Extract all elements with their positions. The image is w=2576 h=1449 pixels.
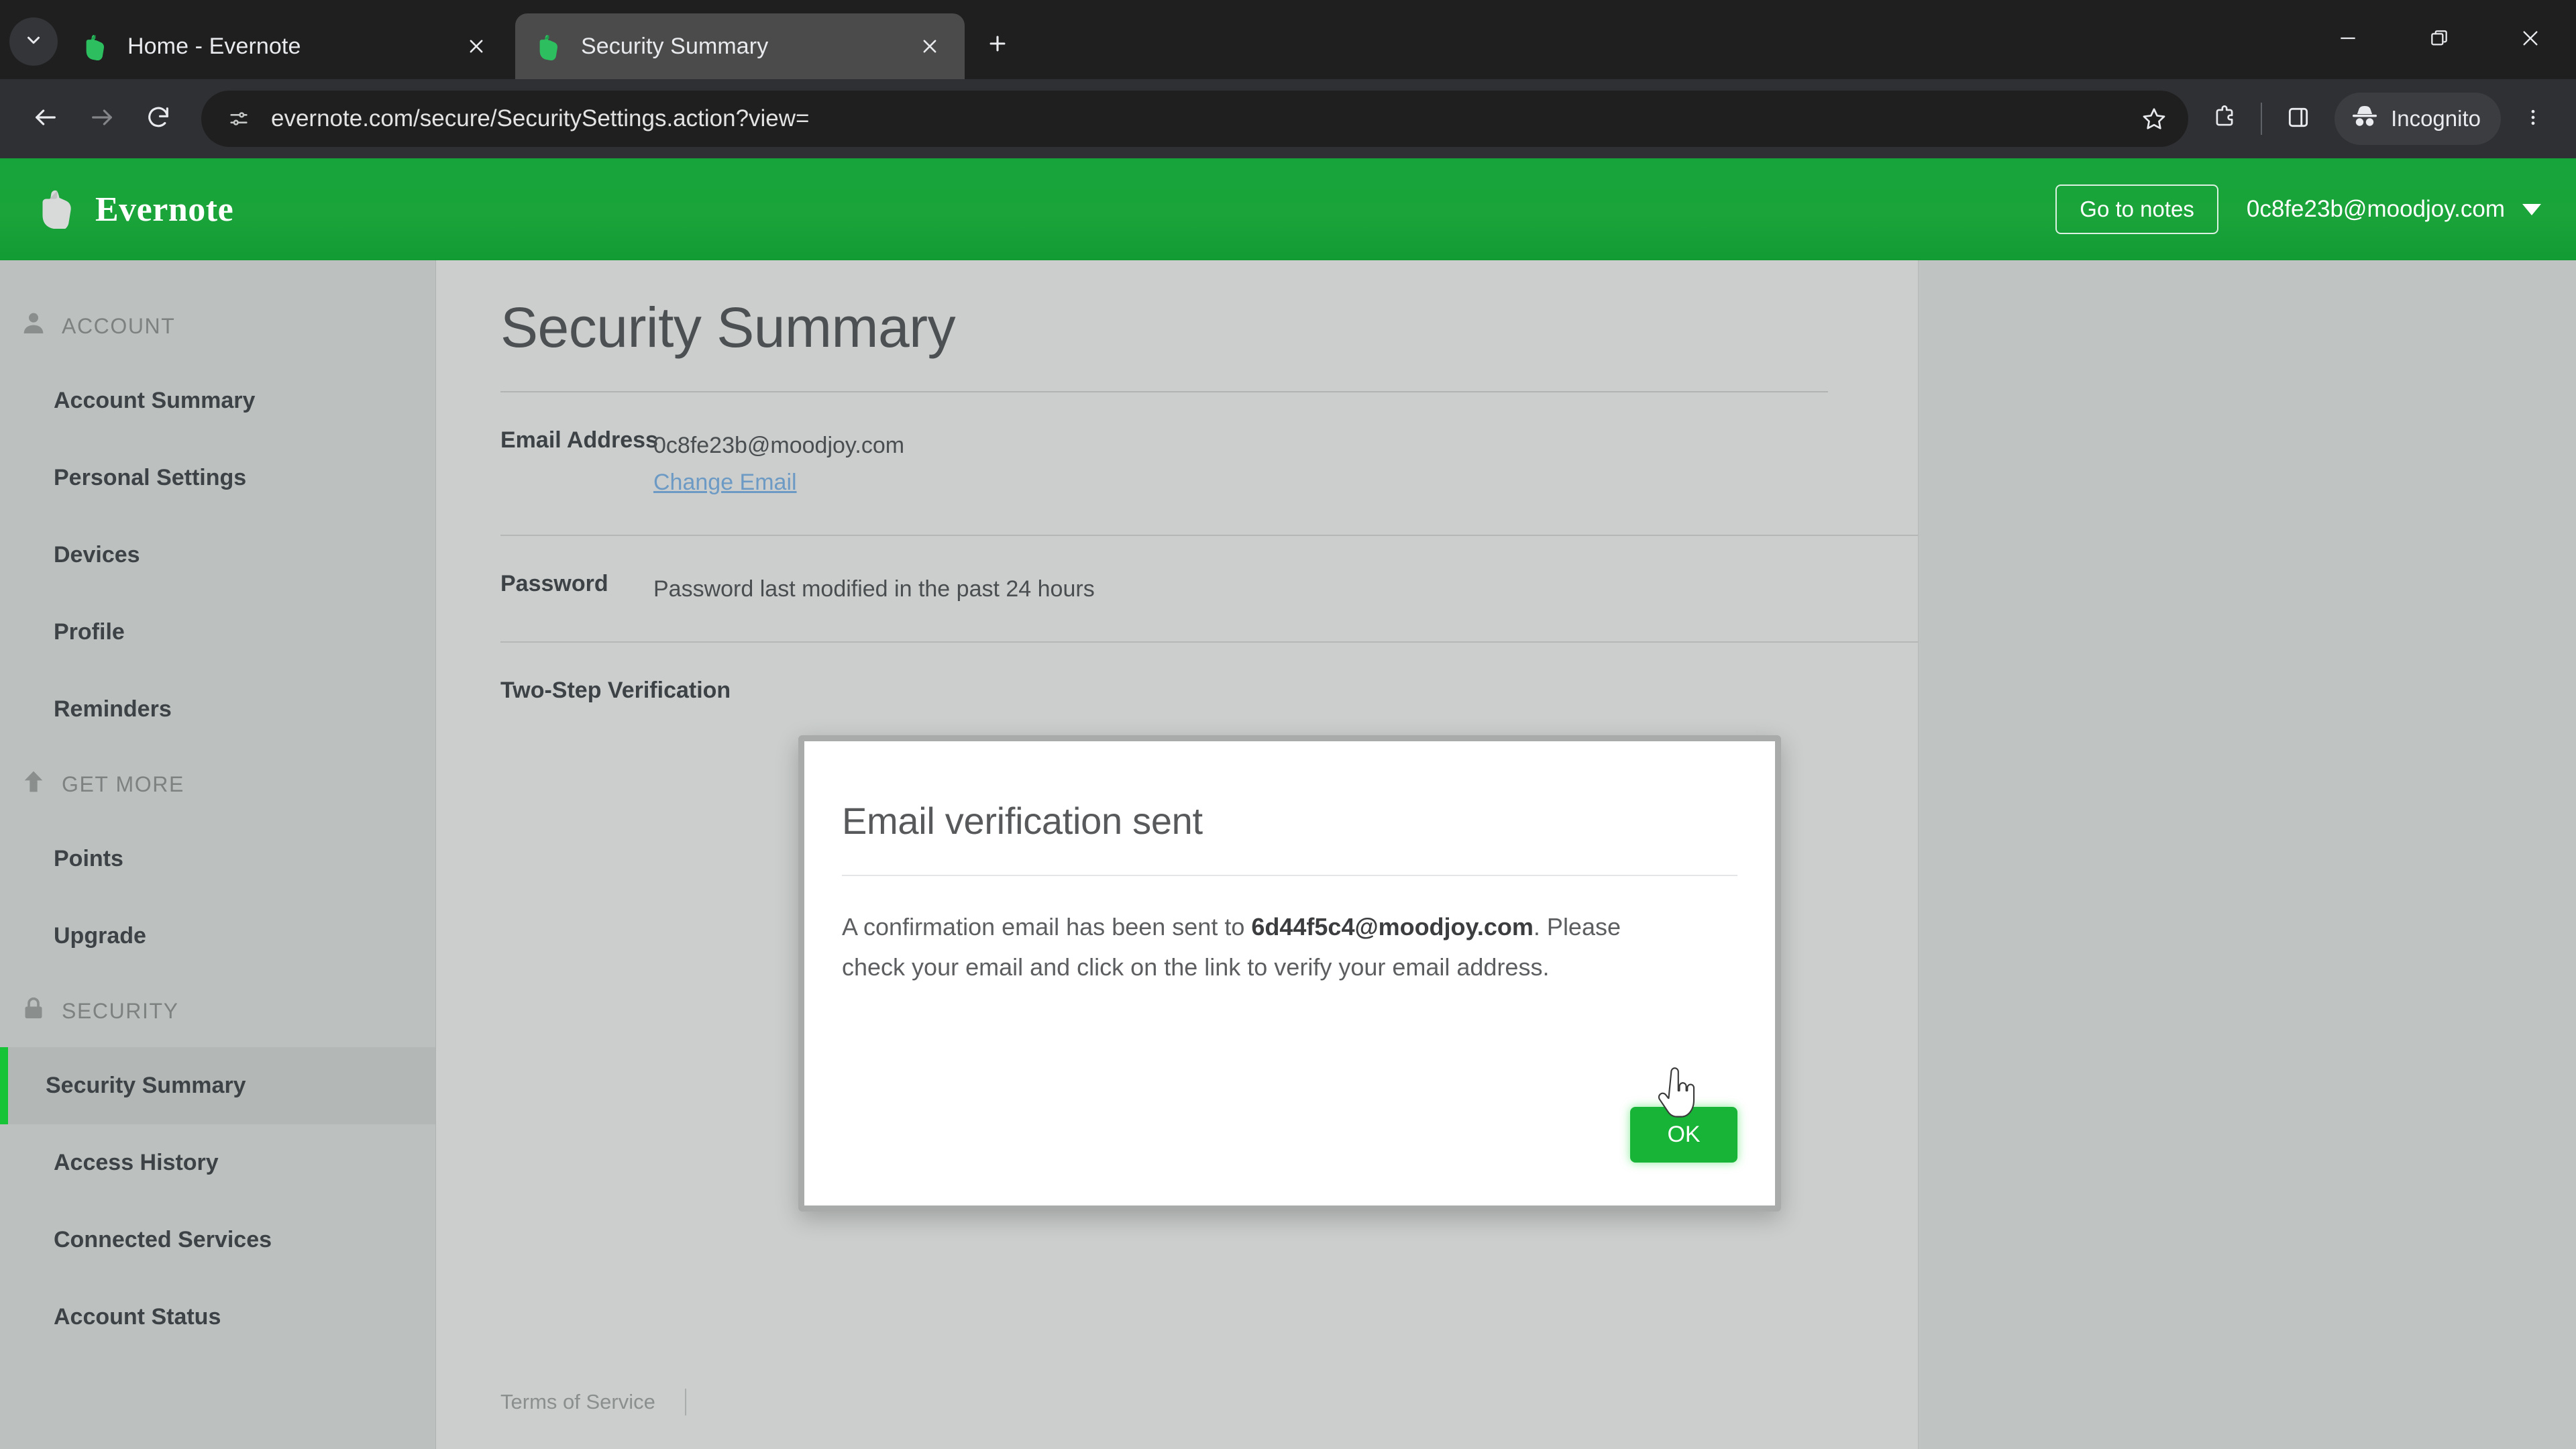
modal-body-email: 6d44f5c4@moodjoy.com xyxy=(1251,913,1534,941)
page-settings-icon[interactable] xyxy=(216,96,262,142)
address-bar[interactable]: evernote.com/secure/SecuritySettings.act… xyxy=(201,91,2189,147)
sidebar-item-connected-services[interactable]: Connected Services xyxy=(0,1201,435,1279)
modal-body-before: A confirmation email has been sent to xyxy=(842,913,1252,941)
tab-search-button[interactable] xyxy=(9,17,58,66)
toolbar-divider xyxy=(2261,103,2263,135)
browser-tab-home[interactable]: Home - Evernote xyxy=(62,13,511,79)
sidebar-group-label: SECURITY xyxy=(62,998,179,1023)
extensions-button[interactable] xyxy=(2198,92,2251,146)
reload-icon xyxy=(145,104,172,134)
forward-button[interactable] xyxy=(74,91,130,147)
minimize-button[interactable] xyxy=(2302,0,2394,79)
page-footer: Terms of Service xyxy=(500,1389,686,1415)
page-title: Security Summary xyxy=(500,296,956,359)
evernote-site-header: Evernote Go to notes 0c8fe23b@moodjoy.co… xyxy=(0,158,2576,260)
tab-title: Home - Evernote xyxy=(127,33,301,59)
up-arrow-icon xyxy=(20,768,62,800)
sidebar-item-points[interactable]: Points xyxy=(0,820,435,898)
plus-icon xyxy=(986,32,1009,58)
page-outer-area xyxy=(1919,260,2576,1449)
extensions-icon xyxy=(2212,105,2237,133)
chevron-down-icon xyxy=(23,30,44,54)
star-icon[interactable] xyxy=(2129,94,2179,144)
footer-divider xyxy=(684,1389,686,1415)
sidebar-group-security: SECURITY xyxy=(0,975,435,1047)
arrow-left-icon xyxy=(32,104,59,134)
browser-toolbar: evernote.com/secure/SecuritySettings.act… xyxy=(0,79,2576,158)
close-window-button[interactable] xyxy=(2485,0,2576,79)
sidebar-group-get-more: GET MORE xyxy=(0,748,435,820)
back-button[interactable] xyxy=(17,91,74,147)
person-icon xyxy=(20,310,62,342)
sidebar-item-access-history[interactable]: Access History xyxy=(0,1124,435,1201)
sidebar-item-profile[interactable]: Profile xyxy=(0,594,435,671)
ok-button[interactable]: OK xyxy=(1630,1107,1737,1163)
modal-footer: OK xyxy=(1630,1107,1737,1163)
minimize-icon xyxy=(2337,28,2359,52)
sidebar-item-security-summary[interactable]: Security Summary xyxy=(0,1047,435,1124)
row-label: Password xyxy=(500,571,608,597)
new-tab-button[interactable] xyxy=(975,23,1020,67)
incognito-indicator[interactable]: Incognito xyxy=(2334,93,2501,145)
change-email-link[interactable]: Change Email xyxy=(653,470,797,495)
settings-row-email: Email Address 0c8fe23b@moodjoy.com Chang… xyxy=(500,392,1918,501)
sidebar-item-account-status[interactable]: Account Status xyxy=(0,1279,435,1356)
row-label: Email Address xyxy=(500,427,658,453)
evernote-logo[interactable]: Evernote xyxy=(40,187,233,232)
lock-icon xyxy=(20,995,62,1027)
browser-menu-button[interactable] xyxy=(2508,92,2559,146)
side-panel-icon xyxy=(2286,105,2311,133)
row-label: Two-Step Verification xyxy=(500,678,731,704)
modal-body: A confirmation email has been sent to 6d… xyxy=(842,876,1667,988)
url-text: evernote.com/secure/SecuritySettings.act… xyxy=(271,105,810,131)
sidebar-item-reminders[interactable]: Reminders xyxy=(0,671,435,748)
settings-row-two-step-verification: Two-Step Verification xyxy=(500,641,1918,704)
reload-button[interactable] xyxy=(130,91,186,147)
email-value: 0c8fe23b@moodjoy.com xyxy=(653,433,905,458)
evernote-elephant-icon xyxy=(85,32,113,61)
sidebar-item-devices[interactable]: Devices xyxy=(0,517,435,594)
incognito-hat-icon xyxy=(2351,104,2391,133)
sidebar-item-upgrade[interactable]: Upgrade xyxy=(0,898,435,975)
sidebar-item-personal-settings[interactable]: Personal Settings xyxy=(0,439,435,517)
window-controls xyxy=(2302,0,2576,79)
arrow-right-icon xyxy=(89,104,115,134)
omnibox-actions xyxy=(2129,94,2179,144)
site-header-actions: Go to notes 0c8fe23b@moodjoy.com xyxy=(2055,184,2541,234)
restore-icon xyxy=(2428,28,2450,52)
row-value: Password last modified in the past 24 ho… xyxy=(653,576,1095,602)
email-verification-modal: Email verification sent A confirmation e… xyxy=(798,735,1781,1212)
tab-title: Security Summary xyxy=(581,33,769,59)
browser-window: Home - Evernote Security Summary evernot… xyxy=(0,0,2576,1449)
browser-tab-security-summary[interactable]: Security Summary xyxy=(515,13,965,79)
evernote-elephant-icon xyxy=(538,32,566,61)
sidebar-group-label: GET MORE xyxy=(62,771,184,796)
page-viewport: Evernote Go to notes 0c8fe23b@moodjoy.co… xyxy=(0,158,2576,1449)
close-icon xyxy=(2520,28,2541,52)
row-value: 0c8fe23b@moodjoy.com Change Email xyxy=(653,427,904,501)
terms-of-service-link[interactable]: Terms of Service xyxy=(500,1390,655,1414)
kebab-menu-icon xyxy=(2523,107,2543,131)
sidebar-group-account: ACCOUNT xyxy=(0,290,435,362)
go-to-notes-button[interactable]: Go to notes xyxy=(2055,184,2218,234)
incognito-label: Incognito xyxy=(2391,106,2481,131)
caret-down-icon[interactable] xyxy=(2522,203,2541,215)
settings-row-password: Password Password last modified in the p… xyxy=(500,535,1918,608)
sidebar-group-label: ACCOUNT xyxy=(62,313,176,338)
side-panel-button[interactable] xyxy=(2271,92,2325,146)
tab-strip: Home - Evernote Security Summary xyxy=(0,0,2576,79)
brand-name: Evernote xyxy=(95,190,234,229)
close-icon[interactable] xyxy=(459,29,494,64)
evernote-elephant-icon xyxy=(40,187,95,232)
sidebar-item-account-summary[interactable]: Account Summary xyxy=(0,362,435,439)
account-email-label[interactable]: 0c8fe23b@moodjoy.com xyxy=(2247,196,2505,223)
sidebar: ACCOUNT Account Summary Personal Setting… xyxy=(0,260,436,1449)
modal-title: Email verification sent xyxy=(842,800,1203,842)
maximize-button[interactable] xyxy=(2394,0,2485,79)
close-icon[interactable] xyxy=(912,29,947,64)
